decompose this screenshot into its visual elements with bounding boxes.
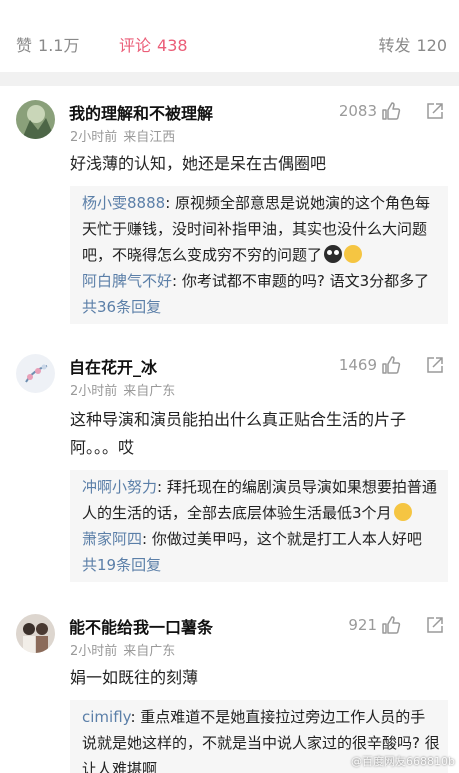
avatar[interactable]: [16, 100, 55, 139]
view-more-replies-link[interactable]: 共36条回复: [82, 294, 440, 320]
section-divider: [0, 72, 459, 86]
comment-location: 来自江西: [123, 130, 176, 145]
comment-username[interactable]: 自在花开_冰: [69, 354, 157, 378]
reply-username[interactable]: 阿白脾气不好: [82, 272, 172, 290]
share-icon[interactable]: [425, 615, 445, 635]
comment-meta: 2小时前 来自江西: [70, 126, 175, 145]
reply-text: 你做过美甲吗，这个就是打工人本人好吧: [151, 530, 422, 548]
comment-item: 我的理解和不被理解 2小时前 来自江西 2083 好浅薄的认知，她还是呆在古偶圈吧…: [0, 86, 459, 336]
comment-username[interactable]: 我的理解和不被理解: [69, 100, 213, 124]
avatar[interactable]: [16, 614, 55, 653]
thumbs-up-icon[interactable]: [381, 355, 401, 375]
like-count: 1469: [338, 356, 377, 374]
tab-likes[interactable]: 赞 1.1万: [16, 32, 79, 56]
comment-meta: 2小时前 来自广东: [70, 640, 175, 659]
tab-comments-count: 438: [157, 36, 188, 55]
thumbs-up-icon[interactable]: [381, 101, 401, 121]
tab-reposts-label: 转发: [378, 36, 411, 55]
thumbs-up-icon[interactable]: [381, 615, 401, 635]
reply-item: 冲啊小努力: 拜托现在的编剧演员导演如果想要拍普通人的生活的话，全部去底层体验生…: [82, 478, 437, 522]
reply-username[interactable]: 杨小雯8888: [82, 194, 165, 212]
tab-likes-count: 1.1万: [38, 36, 80, 55]
view-more-replies-link[interactable]: 共19条回复: [82, 552, 440, 578]
comment-time: 2小时前: [70, 384, 118, 399]
comment-location: 来自广东: [123, 644, 176, 659]
tab-comments[interactable]: 评论 438: [119, 32, 188, 56]
tab-reposts[interactable]: 转发 120: [378, 32, 447, 56]
comment-time: 2小时前: [70, 644, 118, 659]
share-icon[interactable]: [425, 101, 445, 121]
avatar[interactable]: [16, 354, 55, 393]
reply-preview[interactable]: 冲啊小努力: 拜托现在的编剧演员导演如果想要拍普通人的生活的话，全部去底层体验生…: [70, 470, 448, 582]
comment-item: 自在花开_冰 2小时前 来自广东 1469 这种导演和演员能拍出什么真正贴合生活的…: [0, 340, 459, 595]
dark-face-emoji-icon: [324, 245, 343, 263]
share-icon[interactable]: [425, 355, 445, 375]
comment-meta: 2小时前 来自广东: [70, 380, 175, 399]
stats-bar: 赞 1.1万 评论 438 转发 120: [0, 0, 459, 72]
comment-location: 来自广东: [123, 384, 176, 399]
sleepy-face-emoji-icon: [393, 503, 412, 521]
reply-username[interactable]: 萧家阿四: [82, 530, 142, 548]
comment-time: 2小时前: [70, 130, 118, 145]
watermark: @百度网友668810b: [351, 755, 455, 768]
reply-text: 你考试都不审题的吗? 语文3分都多了: [181, 272, 430, 290]
reply-item: 萧家阿四: 你做过美甲吗，这个就是打工人本人好吧: [82, 530, 422, 548]
sweat-face-emoji-icon: [344, 245, 363, 263]
tab-reposts-count: 120: [416, 36, 447, 55]
comment-text: 娟一如既往的刻薄: [70, 668, 199, 687]
like-count: 921: [348, 616, 377, 634]
comment-item: 能不能给我一口薯条 2小时前 来自广东 921 娟一如既往的刻薄 cimifly:…: [0, 600, 459, 773]
reply-item: 阿白脾气不好: 你考试都不审题的吗? 语文3分都多了: [82, 272, 430, 290]
like-count: 2083: [338, 102, 377, 120]
reply-username[interactable]: cimifly: [82, 708, 130, 726]
comment-username[interactable]: 能不能给我一口薯条: [69, 614, 213, 638]
reply-item: 杨小雯8888: 原视频全部意思是说她演的这个角色每天忙于赚钱，没时间补指甲油，…: [82, 194, 431, 264]
reply-preview[interactable]: 杨小雯8888: 原视频全部意思是说她演的这个角色每天忙于赚钱，没时间补指甲油，…: [70, 186, 448, 324]
tab-comments-label: 评论: [119, 36, 152, 55]
comment-text: 好浅薄的认知，她还是呆在古偶圈吧: [70, 154, 327, 173]
tab-likes-label: 赞: [16, 36, 33, 55]
comment-text: 这种导演和演员能拍出什么真正贴合生活的片子阿。。。哎: [70, 410, 407, 457]
reply-username[interactable]: 冲啊小努力: [82, 478, 157, 496]
